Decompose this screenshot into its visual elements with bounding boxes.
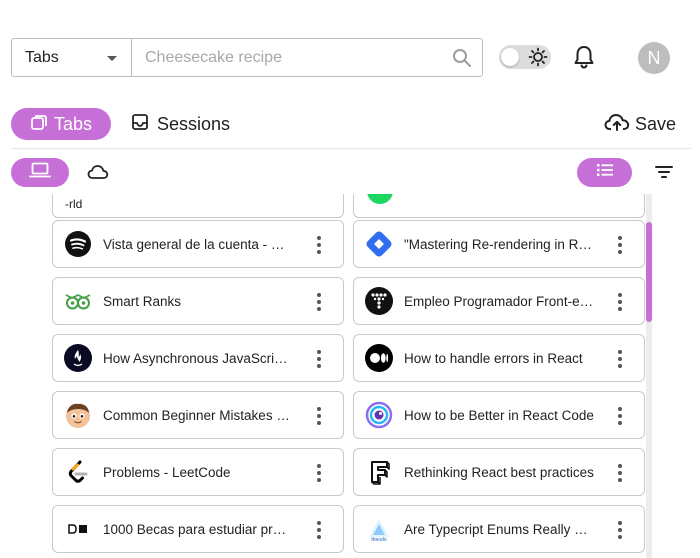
tab-sessions-label: Sessions <box>157 113 231 134</box>
sun-icon <box>528 47 548 72</box>
tab-sessions[interactable]: Sessions <box>131 108 230 140</box>
more-options-icon[interactable] <box>618 521 622 539</box>
toggle-knob <box>501 48 519 66</box>
tab-card-title: Vista general de la cuenta - Spotify <box>103 236 293 252</box>
spotify-icon <box>64 230 92 258</box>
tab-grid: -rld Vista general de la cuenta - Spotif… <box>0 194 700 558</box>
tab-card-title: "Mastering Re-rendering in React" <box>404 236 594 252</box>
laptop-icon <box>29 162 51 183</box>
tab-card-title: 1000 Becas para estudiar programación <box>103 521 293 537</box>
avatar-face-icon <box>64 401 92 429</box>
cloud-upload-icon <box>604 112 630 137</box>
more-options-icon[interactable] <box>618 236 622 254</box>
tab-card[interactable]: How to be Better in React Code <box>353 391 645 439</box>
tab-card[interactable]: theodo Are Typecript Enums Really Harmfu… <box>353 505 645 553</box>
tab-card[interactable]: -rld <box>52 194 344 218</box>
tab-card-title: How to be Better in React Code <box>404 407 594 423</box>
more-options-icon[interactable] <box>317 464 321 482</box>
bell-icon[interactable] <box>571 44 597 75</box>
svg-text:theodo: theodo <box>371 537 387 543</box>
spotify-green-icon <box>366 194 394 205</box>
scrollbar[interactable] <box>646 194 652 558</box>
tab-card[interactable]: Common Beginner Mistakes with React <box>52 391 344 439</box>
avatar-initial: N <box>647 47 661 68</box>
tab-card-title: Rethinking React best practices <box>404 464 594 480</box>
scope-select[interactable]: Tabs <box>11 38 132 77</box>
medium-icon <box>365 344 393 372</box>
tab-card[interactable]: Smart Ranks <box>52 277 344 325</box>
tab-tabs-label: Tabs <box>53 113 93 134</box>
tab-card-title: Problems - LeetCode <box>103 464 231 480</box>
this-device-filter-button[interactable] <box>11 158 69 187</box>
becas-icon <box>64 515 92 543</box>
tab-card-title: How to handle errors in React <box>404 350 583 366</box>
freecodecamp-icon <box>64 344 92 372</box>
tab-card-title: Empleo Programador Front-end <box>404 293 594 309</box>
more-options-icon[interactable] <box>618 464 622 482</box>
tab-card-title: Smart Ranks <box>103 293 182 309</box>
tabs-icon <box>30 113 48 136</box>
save-label: Save <box>635 113 677 134</box>
tab-card[interactable]: How to handle errors in React <box>353 334 645 382</box>
caret-down-icon <box>107 56 117 61</box>
tab-card[interactable]: "Mastering Re-rendering in React" <box>353 220 645 268</box>
search-icon[interactable] <box>452 48 472 73</box>
search-box[interactable] <box>131 38 483 77</box>
save-button[interactable]: Save <box>604 108 676 140</box>
scrollbar-thumb[interactable] <box>646 222 652 322</box>
target-icon <box>365 401 393 429</box>
more-options-icon[interactable] <box>317 407 321 425</box>
more-options-icon[interactable] <box>317 521 321 539</box>
blue-diamond-icon <box>365 230 393 258</box>
tab-card-title: How Asynchronous JavaScript Works <box>103 350 293 366</box>
tab-card-title: -rld <box>65 197 83 211</box>
more-options-icon[interactable] <box>317 293 321 311</box>
more-options-icon[interactable] <box>317 236 321 254</box>
tab-card[interactable]: Problems - LeetCode <box>52 448 344 496</box>
avatar[interactable]: N <box>638 42 670 74</box>
dotted-t-icon <box>365 287 393 315</box>
tab-card-title: Common Beginner Mistakes with React <box>103 407 293 423</box>
tab-card[interactable]: Empleo Programador Front-end <box>353 277 645 325</box>
tab-card[interactable] <box>353 194 645 218</box>
cloud-icon[interactable] <box>86 162 110 187</box>
theme-toggle[interactable] <box>499 45 551 69</box>
more-options-icon[interactable] <box>317 350 321 368</box>
more-options-icon[interactable] <box>618 350 622 368</box>
smart-ranks-icon <box>64 287 92 315</box>
tab-card[interactable]: Vista general de la cuenta - Spotify <box>52 220 344 268</box>
divider <box>11 148 691 149</box>
more-options-icon[interactable] <box>618 407 622 425</box>
tab-card[interactable]: How Asynchronous JavaScript Works <box>52 334 344 382</box>
theodo-icon: theodo <box>365 515 393 543</box>
inbox-icon <box>131 113 149 136</box>
frontend-masters-icon <box>365 458 393 486</box>
tab-tabs[interactable]: Tabs <box>11 108 111 140</box>
tab-card-title: Are Typecript Enums Really Harmful <box>404 521 594 537</box>
list-icon <box>596 163 614 182</box>
scope-select-value: Tabs <box>25 48 59 66</box>
tab-card[interactable]: Rethinking React best practices <box>353 448 645 496</box>
leetcode-icon <box>64 458 92 486</box>
tab-card[interactable]: 1000 Becas para estudiar programación <box>52 505 344 553</box>
more-options-icon[interactable] <box>618 293 622 311</box>
search-input[interactable] <box>145 47 445 69</box>
list-view-button[interactable] <box>577 158 632 187</box>
filter-icon[interactable] <box>654 164 674 185</box>
